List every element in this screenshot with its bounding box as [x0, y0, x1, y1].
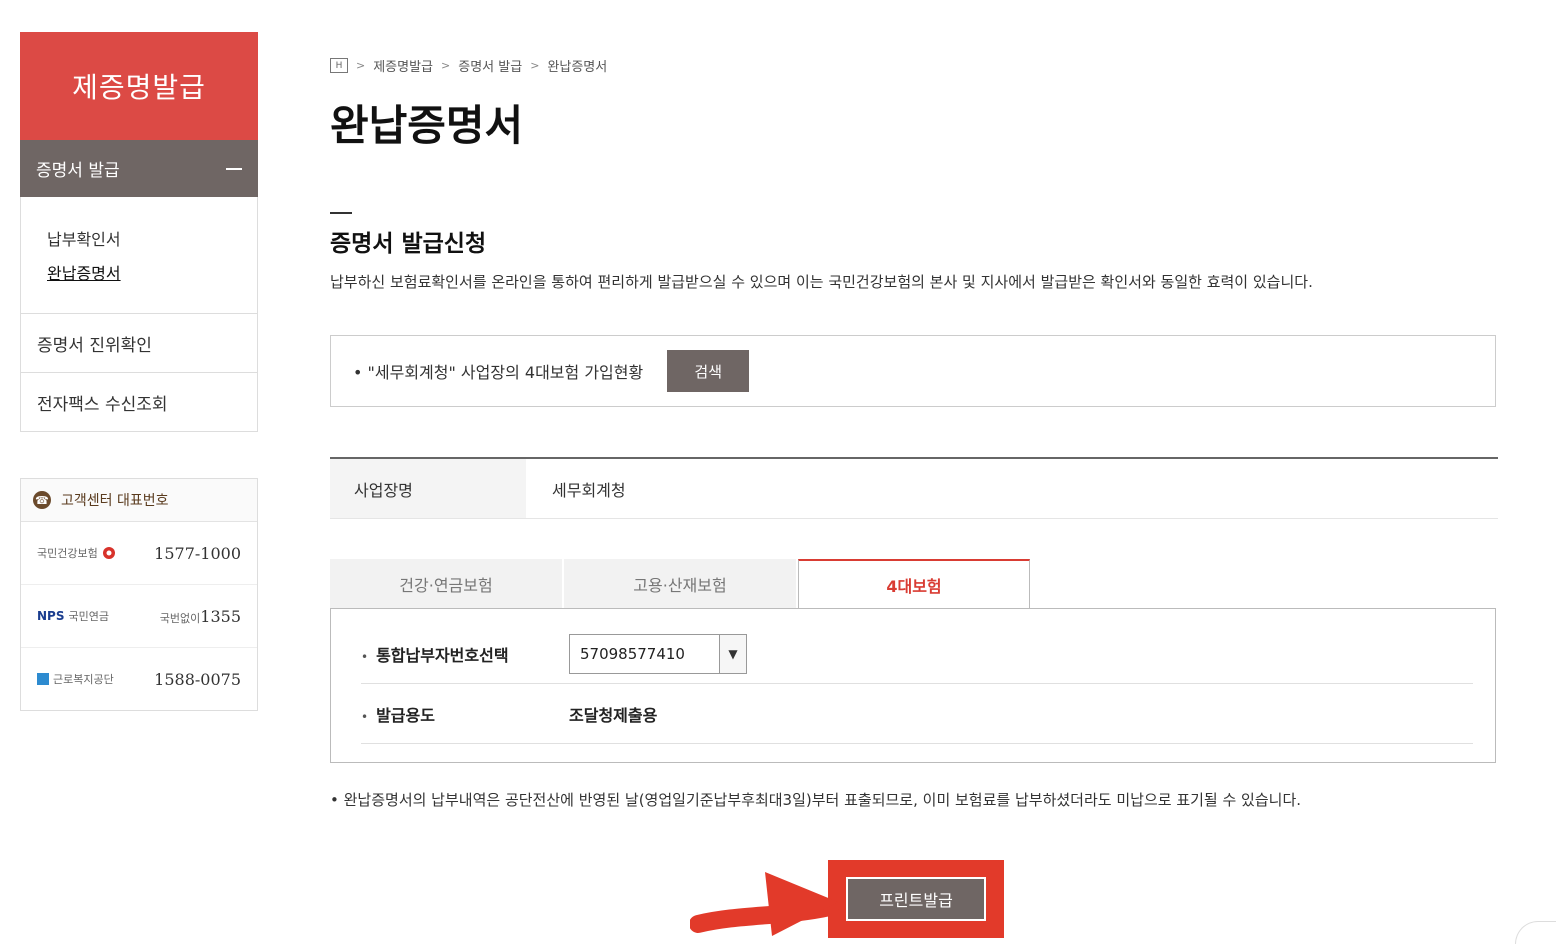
- home-icon[interactable]: H: [330, 58, 348, 73]
- breadcrumb: H > 제증명발급 > 증명서 발급 > 완납증명서: [330, 56, 607, 75]
- breadcrumb-item[interactable]: 제증명발급: [373, 56, 433, 75]
- breadcrumb-separator-icon: >: [356, 59, 366, 72]
- chevron-down-icon[interactable]: ▼: [719, 635, 746, 673]
- business-name-label: 사업장명: [330, 459, 526, 518]
- contact-number: 국번없이1355: [159, 606, 241, 626]
- tab-health-pension[interactable]: 건강·연금보험: [330, 559, 562, 609]
- customer-center-header: ☎ 고객센터 대표번호: [21, 479, 257, 522]
- breadcrumb-item[interactable]: 완납증명서: [547, 56, 607, 75]
- pointer-arrow-icon: [690, 872, 839, 936]
- business-name-value: 세무회계청: [552, 480, 626, 500]
- sidebar-section-toggle[interactable]: 증명서 발급: [20, 140, 258, 197]
- section-description: 납부하신 보험료확인서를 온라인을 통하여 편리하게 발급받으실 수 있으며 이…: [330, 273, 1313, 291]
- breadcrumb-item[interactable]: 증명서 발급: [458, 56, 522, 75]
- breadcrumb-separator-icon: >: [441, 59, 451, 72]
- contact-row: NPS 국민연금 국번없이1355: [21, 585, 257, 648]
- comwel-logo: 근로복지공단: [37, 671, 114, 687]
- tab-employment-accident[interactable]: 고용·산재보험: [564, 559, 796, 609]
- nhis-logo: 국민건강보험: [37, 545, 116, 561]
- comwel-logo-icon: [37, 673, 49, 685]
- sidebar-section-label: 증명서 발급: [36, 161, 120, 181]
- contact-number: 1577-1000: [154, 543, 241, 563]
- search-box: • "세무회계청" 사업장의 4대보험 가입현황 검색: [330, 335, 1496, 407]
- nhis-logo-icon: [102, 547, 115, 559]
- payer-number-label: 통합납부자번호선택: [361, 642, 569, 666]
- payer-number-row: 통합납부자번호선택 57098577410 ▼: [361, 625, 1473, 684]
- purpose-label: 발급용도: [361, 702, 569, 726]
- section-title: 증명서 발급신청: [330, 231, 487, 257]
- certificate-form: 통합납부자번호선택 57098577410 ▼ 발급용도 조달청제출용: [330, 608, 1496, 763]
- sidebar-item-full-payment-certificate[interactable]: 완납증명서: [47, 257, 257, 291]
- highlight-box: 프린트발급: [828, 860, 1004, 938]
- collapse-icon[interactable]: [226, 167, 242, 170]
- sidebar: 제증명발급 증명서 발급 납부확인서 완납증명서 증명서 진위확인 전자팩스 수…: [20, 32, 258, 432]
- business-name-row: 사업장명 세무회계청: [330, 457, 1498, 519]
- sidebar-title: 제증명발급: [20, 32, 258, 140]
- customer-center-box: ☎ 고객센터 대표번호 국민건강보험 1577-1000 NPS 국민연금 국번없…: [20, 478, 258, 711]
- purpose-row: 발급용도 조달청제출용: [361, 685, 1473, 744]
- search-text: • "세무회계청" 사업장의 4대보험 가입현황: [353, 363, 644, 382]
- customer-center-title: 고객센터 대표번호: [61, 493, 169, 509]
- decorative-arc: [1515, 921, 1556, 944]
- notice-text: • 완납증명서의 납부내역은 공단전산에 반영된 날(영업일기준납부후최대3일)…: [330, 791, 1302, 809]
- section-divider: [330, 212, 352, 214]
- contact-row: 근로복지공단 1588-0075: [21, 648, 257, 710]
- phone-icon: ☎: [33, 491, 51, 509]
- page-title: 완납증명서: [330, 101, 524, 150]
- contact-number: 1588-0075: [154, 669, 241, 689]
- sidebar-submenu: 납부확인서 완납증명서: [20, 197, 258, 314]
- nps-logo: NPS 국민연금: [37, 609, 109, 623]
- sidebar-item-certificate-verify[interactable]: 증명서 진위확인: [20, 314, 258, 373]
- print-issue-button[interactable]: 프린트발급: [846, 877, 986, 921]
- tab-four-insurances[interactable]: 4대보험: [798, 559, 1030, 609]
- insurance-tabs: 건강·연금보험 고용·산재보험 4대보험: [330, 559, 1032, 609]
- sidebar-item-payment-confirmation[interactable]: 납부확인서: [47, 223, 257, 257]
- payer-number-value: 57098577410: [580, 645, 685, 663]
- contact-row: 국민건강보험 1577-1000: [21, 522, 257, 585]
- sidebar-item-efax-inquiry[interactable]: 전자팩스 수신조회: [20, 373, 258, 432]
- payer-number-select[interactable]: 57098577410 ▼: [569, 634, 747, 674]
- search-button[interactable]: 검색: [667, 350, 750, 392]
- breadcrumb-separator-icon: >: [530, 59, 540, 72]
- purpose-value: 조달청제출용: [569, 706, 658, 725]
